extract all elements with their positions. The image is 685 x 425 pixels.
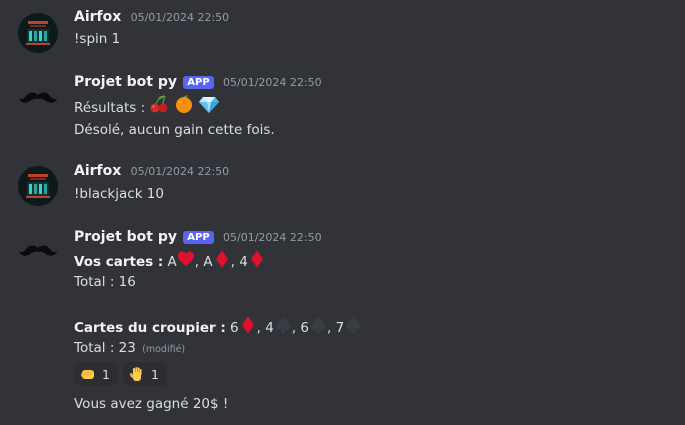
diamond-suit-icon: [248, 250, 266, 272]
result-text: Vous avez gagné 20$ !: [74, 396, 229, 412]
dealer-total: Total : 23: [74, 340, 136, 356]
reaction-count: 1: [102, 366, 110, 382]
cherries-icon: [149, 94, 169, 118]
diamond-suit-icon: [239, 316, 257, 338]
dealer-cards-label: Cartes du croupier :: [74, 320, 226, 336]
timestamp[interactable]: 05/01/2024 22:50: [223, 231, 322, 244]
spade-suit-icon: [309, 316, 327, 338]
message-text: !blackjack 10: [74, 186, 164, 202]
message-header: Projet bot py APP 05/01/2024 22:50: [74, 229, 322, 245]
card-rank: 4: [265, 320, 274, 336]
card-rank: 4: [239, 254, 248, 270]
avatar[interactable]: [18, 231, 58, 271]
username[interactable]: Airfox: [74, 9, 121, 25]
reaction-count: 1: [151, 366, 159, 382]
card-rank: 6: [230, 320, 239, 336]
timestamp[interactable]: 05/01/2024 22:50: [223, 76, 322, 89]
app-badge: APP: [183, 76, 214, 89]
player-cards-line: Vos cartes : A, A, 4: [74, 250, 266, 273]
avatar[interactable]: [18, 78, 58, 118]
dealer-cards: 6, 4, 6, 7: [230, 316, 362, 336]
orange-icon: [174, 94, 194, 118]
fist-icon: [81, 370, 94, 379]
username[interactable]: Projet bot py: [74, 229, 177, 245]
dealer-cards-line: Cartes du croupier : 6, 4, 6, 7: [74, 316, 362, 339]
diamond-suit-icon: [213, 250, 231, 272]
player-total: Total : 16: [74, 274, 136, 290]
card-rank: A: [203, 254, 213, 270]
dealer-total-line: Total : 23 (modifié): [74, 340, 185, 356]
card-rank: A: [167, 254, 177, 270]
timestamp[interactable]: 05/01/2024 22:50: [131, 165, 230, 178]
avatar[interactable]: [18, 13, 58, 53]
raised-hand-icon: [129, 367, 142, 381]
spade-suit-icon: [274, 316, 292, 338]
message-header: Airfox 05/01/2024 22:50: [74, 163, 229, 179]
username[interactable]: Projet bot py: [74, 74, 177, 90]
card-rank: 7: [335, 320, 345, 336]
card-separator: ,: [230, 254, 240, 270]
reaction-fist[interactable]: 1: [74, 362, 118, 386]
player-cards: A, A, 4: [167, 250, 266, 270]
results-label: Résultats :: [74, 100, 146, 116]
mustache-icon: [19, 92, 57, 103]
card-rank: 6: [300, 320, 310, 336]
edited-label[interactable]: (modifié): [142, 344, 185, 355]
username[interactable]: Airfox: [74, 163, 121, 179]
message-text: Désolé, aucun gain cette fois.: [74, 122, 275, 138]
reaction-raised-hand[interactable]: 1: [123, 362, 167, 386]
card-separator: ,: [327, 320, 336, 336]
user-avatar-image: [18, 166, 58, 206]
app-badge: APP: [183, 231, 214, 244]
player-cards-label: Vos cartes :: [74, 254, 164, 270]
avatar[interactable]: [18, 166, 58, 206]
gem-icon: [198, 94, 220, 118]
timestamp[interactable]: 05/01/2024 22:50: [131, 11, 230, 24]
message-header: Airfox 05/01/2024 22:50: [74, 9, 229, 25]
heart-suit-icon: [177, 250, 195, 272]
results-line: Résultats :: [74, 94, 220, 120]
card-separator: ,: [256, 320, 266, 336]
message-text: !spin 1: [74, 31, 121, 47]
spade-suit-icon: [344, 316, 362, 338]
message-header: Projet bot py APP 05/01/2024 22:50: [74, 74, 322, 90]
mustache-icon: [19, 245, 57, 256]
user-avatar-image: [18, 13, 58, 53]
